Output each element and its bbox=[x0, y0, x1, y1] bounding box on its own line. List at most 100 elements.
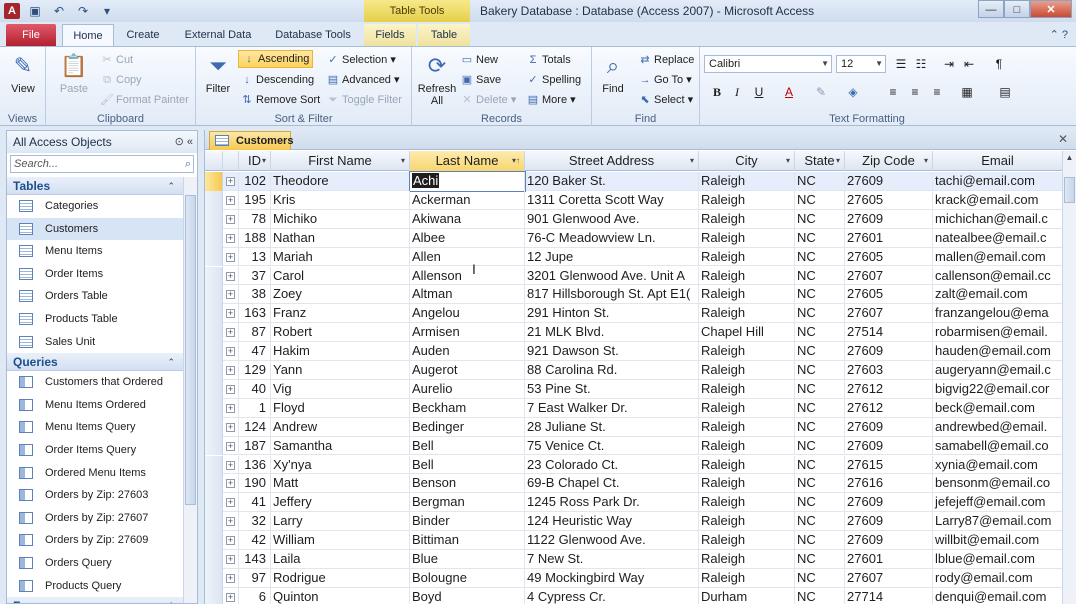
column-header-zip-code[interactable]: Zip Code ▾ bbox=[845, 151, 933, 171]
table-row[interactable]: +136 Xy'nya Bell 23 Colorado Ct. Raleigh NC 27… bbox=[205, 455, 1063, 475]
alternate-row-color-icon[interactable]: ▤ bbox=[996, 83, 1014, 101]
chevron-down-icon[interactable]: ▾ bbox=[401, 151, 405, 171]
expand-subdatasheet[interactable]: + bbox=[223, 379, 239, 399]
expand-subdatasheet[interactable]: + bbox=[223, 209, 239, 229]
cell-id[interactable]: 42 bbox=[239, 531, 271, 550]
tab-table[interactable]: Table bbox=[418, 24, 470, 46]
cell-zip-code[interactable]: 27615 bbox=[845, 455, 933, 475]
cell-id[interactable]: 41 bbox=[239, 493, 271, 513]
save-record-button[interactable]: ▣ Save bbox=[460, 71, 501, 89]
cell-city[interactable]: Raleigh bbox=[699, 361, 795, 380]
cell-street-address[interactable]: 28 Juliane St. bbox=[525, 417, 699, 437]
more-button[interactable]: ▤ More ▾ bbox=[526, 91, 576, 109]
copy-button[interactable]: ⧉ Copy bbox=[100, 71, 142, 89]
column-header-email[interactable]: Email bbox=[933, 151, 1063, 171]
cell-id[interactable]: 47 bbox=[239, 342, 271, 361]
cell-id[interactable]: 124 bbox=[239, 417, 271, 437]
expand-subdatasheet[interactable]: + bbox=[223, 455, 239, 475]
save-icon[interactable]: ▣ bbox=[26, 3, 44, 19]
cell-zip-code[interactable]: 27609 bbox=[845, 417, 933, 437]
column-header-street-address[interactable]: Street Address ▾ bbox=[525, 151, 699, 171]
record-selector[interactable] bbox=[205, 379, 223, 399]
nav-scroll-thumb[interactable] bbox=[185, 195, 196, 505]
cell-last-name[interactable]: Boyd bbox=[410, 587, 525, 604]
cell-last-name[interactable]: Ackerman bbox=[410, 190, 525, 210]
cell-city[interactable]: Raleigh bbox=[699, 285, 795, 305]
column-header-first-name[interactable]: First Name ▾ bbox=[271, 151, 410, 171]
nav-group-forms[interactable]: Forms⌃ bbox=[7, 597, 183, 603]
cell-last-name[interactable]: Benson bbox=[410, 474, 525, 494]
expand-subdatasheet[interactable]: + bbox=[223, 190, 239, 210]
cell-zip-code[interactable]: 27607 bbox=[845, 266, 933, 286]
gridlines-icon[interactable]: ▦ bbox=[958, 83, 976, 101]
table-row[interactable]: +87 Robert Armisen 21 MLK Blvd. Chapel Hill N… bbox=[205, 323, 1063, 343]
refresh-all-button[interactable]: ⟳ Refresh All bbox=[416, 51, 458, 107]
outdent-icon[interactable]: ⇤ bbox=[960, 55, 978, 73]
cell-city[interactable]: Raleigh bbox=[699, 531, 795, 550]
underline-icon[interactable]: U bbox=[750, 83, 768, 101]
table-row[interactable]: +97 Rodrigue Bolougne 49 Mockingbird Way Ral… bbox=[205, 568, 1063, 588]
cell-last-name[interactable]: Blue bbox=[410, 550, 525, 569]
cell-city[interactable]: Raleigh bbox=[699, 417, 795, 437]
cell-city[interactable]: Raleigh bbox=[699, 474, 795, 494]
search-icon[interactable]: ⌕ bbox=[185, 156, 191, 172]
nav-item[interactable]: Products Query bbox=[7, 575, 183, 598]
undo-icon[interactable]: ↶ bbox=[50, 3, 68, 19]
cell-id[interactable]: 102 bbox=[239, 172, 271, 191]
cell-state[interactable]: NC bbox=[795, 531, 845, 550]
cell-first-name[interactable]: Carol bbox=[271, 266, 410, 286]
format-painter-button[interactable]: 🖌 Format Painter bbox=[100, 91, 189, 109]
cell-zip-code[interactable]: 27605 bbox=[845, 285, 933, 305]
cell-city[interactable]: Raleigh bbox=[699, 190, 795, 210]
cell-street-address[interactable]: 124 Heuristic Way bbox=[525, 512, 699, 532]
cell-city[interactable]: Raleigh bbox=[699, 247, 795, 267]
cell-id[interactable]: 38 bbox=[239, 285, 271, 305]
cell-street-address[interactable]: 7 New St. bbox=[525, 550, 699, 569]
cell-first-name[interactable]: Vig bbox=[271, 379, 410, 399]
cell-last-name[interactable]: Bedinger bbox=[410, 417, 525, 437]
cell-email[interactable]: beck@email.com bbox=[933, 398, 1063, 418]
expand-subdatasheet[interactable]: + bbox=[223, 493, 239, 513]
cell-street-address[interactable]: 76-C Meadowview Ln. bbox=[525, 228, 699, 248]
cell-id[interactable]: 190 bbox=[239, 474, 271, 494]
record-selector[interactable] bbox=[205, 398, 223, 418]
record-selector[interactable] bbox=[205, 266, 223, 286]
cell-street-address[interactable]: 817 Hillsborough St. Apt E1( bbox=[525, 285, 699, 305]
cell-first-name[interactable]: Rodrigue bbox=[271, 568, 410, 588]
cell-email[interactable]: rody@email.com bbox=[933, 568, 1063, 588]
bold-icon[interactable]: B bbox=[708, 83, 726, 101]
cell-city[interactable]: Raleigh bbox=[699, 455, 795, 475]
cell-email[interactable]: denqui@email.com bbox=[933, 587, 1063, 604]
indent-icon[interactable]: ⇥ bbox=[940, 55, 958, 73]
cell-city[interactable]: Raleigh bbox=[699, 209, 795, 229]
table-row[interactable]: +37 Carol Allenson 3201 Glenwood Ave. Unit … bbox=[205, 266, 1063, 286]
chevron-down-icon[interactable]: ▾ bbox=[836, 151, 840, 171]
cell-id[interactable]: 13 bbox=[239, 247, 271, 267]
spelling-button[interactable]: ✓ Spelling bbox=[526, 71, 581, 89]
cell-first-name[interactable]: Michiko bbox=[271, 209, 410, 229]
cell-zip-code[interactable]: 27609 bbox=[845, 209, 933, 229]
cell-id[interactable]: 78 bbox=[239, 209, 271, 229]
cell-street-address[interactable]: 1122 Glenwood Ave. bbox=[525, 531, 699, 550]
cell-zip-code[interactable]: 27605 bbox=[845, 247, 933, 267]
column-header-state[interactable]: State ▾ bbox=[795, 151, 845, 171]
cell-street-address[interactable]: 4 Cypress Cr. bbox=[525, 587, 699, 604]
cell-state[interactable]: NC bbox=[795, 323, 845, 343]
table-row[interactable]: +163 Franz Angelou 291 Hinton St. Raleigh NC 2… bbox=[205, 304, 1063, 324]
cell-last-name[interactable]: Bolougne bbox=[410, 568, 525, 588]
cell-state[interactable]: NC bbox=[795, 474, 845, 494]
record-selector[interactable] bbox=[205, 568, 223, 588]
nav-item[interactable]: Orders by Zip: 27609 bbox=[7, 529, 183, 552]
nav-group-queries[interactable]: Queries ⌃ bbox=[7, 353, 183, 372]
table-row[interactable]: +102 Theodore Achi 120 Baker St. Raleigh NC 27… bbox=[205, 171, 1063, 192]
record-selector[interactable] bbox=[205, 474, 223, 494]
cell-state[interactable]: NC bbox=[795, 247, 845, 267]
cell-city[interactable]: Raleigh bbox=[699, 304, 795, 324]
cell-id[interactable]: 1 bbox=[239, 398, 271, 418]
close-icon[interactable]: ✕ bbox=[1030, 0, 1072, 18]
chevron-down-icon[interactable]: ▾ bbox=[786, 151, 790, 171]
cell-zip-code[interactable]: 27609 bbox=[845, 342, 933, 361]
cell-zip-code[interactable]: 27601 bbox=[845, 228, 933, 248]
cell-city[interactable]: Durham bbox=[699, 587, 795, 604]
cell-id[interactable]: 187 bbox=[239, 436, 271, 456]
